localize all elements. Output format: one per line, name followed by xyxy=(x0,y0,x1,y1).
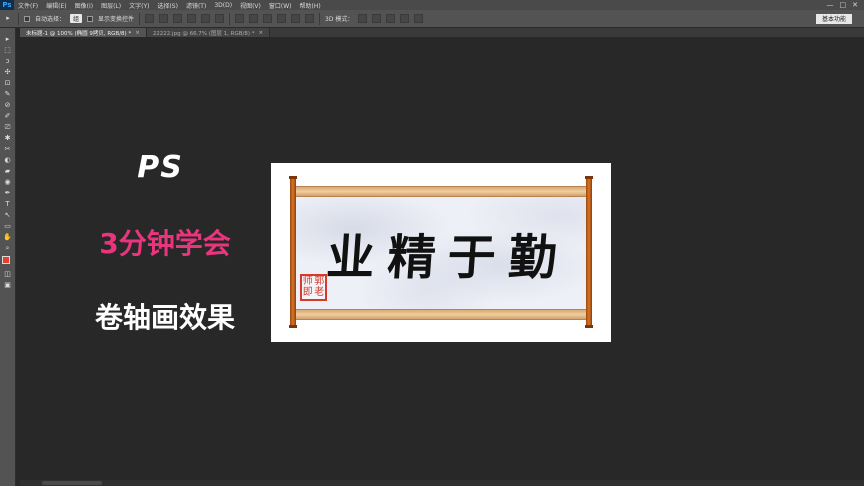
menu-layer[interactable]: 图层(L) xyxy=(97,1,125,10)
minimize-button[interactable]: — xyxy=(827,1,834,9)
type-tool-icon[interactable]: T xyxy=(3,199,13,209)
history-brush-tool-icon[interactable]: ✱ xyxy=(3,133,13,143)
scroll-left-rod xyxy=(289,176,297,328)
blur-tool-icon[interactable]: ▰ xyxy=(3,166,13,176)
seal-char: 老 xyxy=(314,287,325,299)
maximize-button[interactable]: □ xyxy=(840,1,847,9)
close-button[interactable]: ✕ xyxy=(852,1,858,9)
divider xyxy=(319,12,321,25)
red-seal-stamp: 师 郭 即 老 xyxy=(300,274,327,301)
align-middle-icon[interactable] xyxy=(159,14,169,23)
distribute-left-icon[interactable] xyxy=(277,14,287,23)
tab-close-icon[interactable]: × xyxy=(135,30,140,36)
tab-label: 未标题-1 @ 100% (椭圆 9拷贝, RGB/8) * xyxy=(26,30,132,37)
calligraphy-char: 精 xyxy=(385,230,438,286)
calligraphy-char: 于 xyxy=(446,230,498,286)
pen-tool-icon[interactable]: ✒ xyxy=(3,188,13,198)
gradient-tool-icon[interactable]: ◐ xyxy=(3,155,13,165)
lasso-tool-icon[interactable]: ↄ xyxy=(3,56,13,66)
move-tool-icon[interactable]: ▸ xyxy=(3,34,13,44)
scroll-painting-artwork: 业 精 于 勤 师 郭 即 老 xyxy=(271,163,611,342)
menu-3d[interactable]: 3D(D) xyxy=(210,2,236,9)
menu-type[interactable]: 文字(Y) xyxy=(125,1,153,10)
zoom-tool-icon[interactable]: ⌕ xyxy=(3,243,13,253)
hand-tool-icon[interactable]: ✋ xyxy=(3,232,13,242)
tab-close-icon[interactable]: × xyxy=(259,30,264,36)
align-left-icon[interactable] xyxy=(187,14,197,23)
3d-scale-icon[interactable] xyxy=(414,14,424,23)
menu-filter[interactable]: 滤镜(T) xyxy=(182,1,210,10)
3d-mode-label: 3D 模式： xyxy=(325,16,354,23)
menu-help[interactable]: 帮助(H) xyxy=(296,1,325,10)
divider xyxy=(229,12,231,25)
shape-tool-icon[interactable]: ▭ xyxy=(3,221,13,231)
align-bottom-icon[interactable] xyxy=(173,14,183,23)
dodge-tool-icon[interactable]: ◉ xyxy=(3,177,13,187)
menu-view[interactable]: 视图(V) xyxy=(236,1,265,10)
menu-select[interactable]: 选择(S) xyxy=(153,1,182,10)
document-tab-bar: 未标题-1 @ 100% (椭圆 9拷贝, RGB/8) * × 22222.j… xyxy=(20,28,864,37)
distribute-bottom-icon[interactable] xyxy=(263,14,273,23)
3d-pan-icon[interactable] xyxy=(386,14,396,23)
calligraphy-char: 业 xyxy=(324,230,377,286)
tab-22222-jpg[interactable]: 22222.jpg @ 66.7% (图层 1, RGB/8) * × xyxy=(146,28,271,37)
canvas-subheading: 3分钟学会 xyxy=(99,227,231,260)
healing-brush-tool-icon[interactable]: ⊘ xyxy=(3,100,13,110)
brush-tool-icon[interactable]: ✐ xyxy=(3,111,13,121)
workspace-switcher[interactable]: 基本功能 xyxy=(815,13,852,24)
auto-select-dropdown[interactable]: 组 xyxy=(70,14,83,23)
eyedropper-tool-icon[interactable]: ✎ xyxy=(3,89,13,99)
distribute-middle-icon[interactable] xyxy=(249,14,259,23)
quick-mask-icon[interactable]: ◫ xyxy=(3,269,13,279)
seal-char: 郭 xyxy=(314,275,325,287)
show-transform-checkbox[interactable] xyxy=(87,15,94,22)
seal-char: 师 xyxy=(302,275,313,287)
quick-select-tool-icon[interactable]: ✣ xyxy=(3,67,13,77)
options-bar: ▸ 自动选择： 组 显示变换控件 3D 模式： 基本功能 xyxy=(0,10,864,28)
window-controls: — □ ✕ xyxy=(827,1,864,9)
clone-stamp-tool-icon[interactable]: ⎚ xyxy=(3,122,13,132)
divider xyxy=(139,12,141,25)
distribute-center-icon[interactable] xyxy=(291,14,301,23)
color-swatches[interactable] xyxy=(1,256,14,268)
app-logo[interactable]: Ps xyxy=(0,0,14,10)
tab-label: 22222.jpg @ 66.7% (图层 1, RGB/8) * xyxy=(152,30,255,37)
scroll-right-rod xyxy=(585,176,593,328)
align-center-icon[interactable] xyxy=(201,14,211,23)
marquee-tool-icon[interactable]: ⬚ xyxy=(3,45,13,55)
3d-roll-icon[interactable] xyxy=(372,14,382,23)
toolbox: ▸ ⬚ ↄ ✣ ⊡ ✎ ⊘ ✐ ⎚ ✱ ✂ ◐ ▰ ◉ ✒ T ↖ ▭ ✋ ⌕ … xyxy=(0,28,16,486)
3d-slide-icon[interactable] xyxy=(400,14,410,23)
tab-untitled-1[interactable]: 未标题-1 @ 100% (椭圆 9拷贝, RGB/8) * × xyxy=(20,28,147,37)
calligraphy-text: 业 精 于 勤 xyxy=(325,223,559,286)
menu-window[interactable]: 窗口(W) xyxy=(265,1,296,10)
canvas-title: 卷轴画效果 xyxy=(94,301,235,334)
divider xyxy=(18,12,19,25)
screen-mode-icon[interactable]: ▣ xyxy=(3,280,13,290)
eraser-tool-icon[interactable]: ✂ xyxy=(3,144,13,154)
align-top-icon[interactable] xyxy=(145,14,155,23)
seal-char: 即 xyxy=(302,287,313,299)
menu-edit[interactable]: 编辑(E) xyxy=(42,1,70,10)
distribute-top-icon[interactable] xyxy=(235,14,245,23)
scrollbar-thumb[interactable] xyxy=(42,481,102,485)
foreground-color-swatch[interactable] xyxy=(1,256,10,264)
scroll-top-band xyxy=(293,186,589,197)
crop-tool-icon[interactable]: ⊡ xyxy=(3,78,13,88)
menu-file[interactable]: 文件(F) xyxy=(14,1,42,10)
move-tool-preset-icon[interactable]: ▸ xyxy=(3,14,13,24)
3d-rotate-icon[interactable] xyxy=(358,14,368,23)
align-right-icon[interactable] xyxy=(215,14,225,23)
calligraphy-char: 勤 xyxy=(506,230,559,286)
horizontal-scrollbar[interactable] xyxy=(20,480,864,486)
scroll-bottom-band xyxy=(293,309,589,320)
auto-select-label: 自动选择： xyxy=(35,16,66,23)
distribute-right-icon[interactable] xyxy=(305,14,315,23)
auto-select-checkbox[interactable] xyxy=(24,15,30,22)
menu-bar: Ps 文件(F) 编辑(E) 图像(I) 图层(L) 文字(Y) 选择(S) 滤… xyxy=(0,0,864,10)
menu-image[interactable]: 图像(I) xyxy=(71,1,97,10)
canvas-heading-ps: PS xyxy=(137,150,183,185)
show-transform-label: 显示变换控件 xyxy=(98,16,135,23)
path-select-tool-icon[interactable]: ↖ xyxy=(3,210,13,220)
